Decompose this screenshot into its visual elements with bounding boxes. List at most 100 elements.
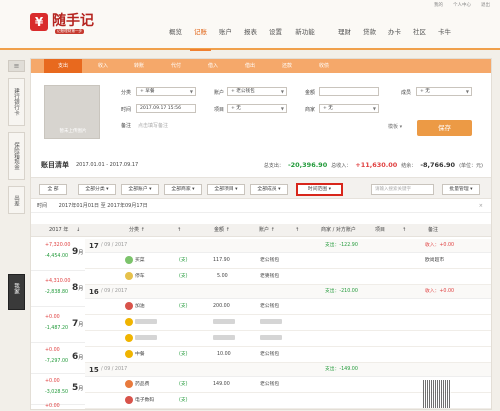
month-cell[interactable]: +0.00 -7,297.00 6月 bbox=[31, 344, 85, 374]
time-input[interactable]: 2017.09.17 15:56 bbox=[136, 104, 196, 113]
chevron-down-icon: ▼ bbox=[280, 106, 284, 111]
sidebar-book-safe[interactable]: 保险箱现金 bbox=[8, 132, 25, 180]
total-income: +11,630.00 bbox=[355, 161, 398, 169]
col-account[interactable]: 账户 ↑ bbox=[259, 224, 275, 237]
filter-account-dropdown[interactable]: 全部账户 ▾ bbox=[121, 184, 159, 195]
filter-all-button[interactable]: 全 部 bbox=[39, 184, 67, 195]
chevron-down-icon: ▼ bbox=[372, 106, 376, 111]
nav-settings[interactable]: 设置 bbox=[263, 26, 288, 50]
filter-category-dropdown[interactable]: 全部分类 ▾ bbox=[78, 184, 116, 195]
sidebar-book-home[interactable]: 我家 bbox=[8, 274, 25, 310]
sidebar-book-trip[interactable]: 出差 bbox=[8, 186, 25, 214]
nav-new-features[interactable]: 新功能 bbox=[288, 26, 322, 50]
project-select[interactable]: + 无 ▼ bbox=[227, 104, 287, 113]
logo-icon[interactable]: ¥ bbox=[30, 13, 48, 31]
medicine-icon bbox=[125, 379, 133, 388]
main-panel: 支出 收入 转账 代付 借入 借出 还款 收债 暂未上传图片 分类 + 早餐 ▼ … bbox=[30, 58, 492, 410]
chevron-down-icon: ▼ bbox=[189, 89, 193, 94]
category-label: 分类 bbox=[121, 90, 132, 96]
tab-pay-for[interactable]: 代付 bbox=[157, 59, 195, 73]
nav-community[interactable]: 社区 bbox=[407, 26, 432, 50]
save-button[interactable]: 保存 bbox=[417, 120, 472, 136]
sidebar-book-ccb[interactable]: 建行银行卡 bbox=[8, 78, 25, 126]
nav-cards[interactable]: 办卡 bbox=[382, 26, 407, 50]
merchant-label: 商家 bbox=[305, 107, 316, 113]
date-group-header: 16 / 09 / 2017 支出：-210.00 收入：+0.00 bbox=[85, 285, 491, 299]
tab-expense[interactable]: 支出 bbox=[44, 59, 82, 73]
time-label: 时间 bbox=[121, 107, 132, 113]
nav-overview[interactable]: 概览 bbox=[163, 26, 188, 50]
amount-input[interactable] bbox=[319, 87, 379, 96]
year-selector[interactable]: 2017 年 bbox=[49, 224, 68, 237]
member-label: 成员 bbox=[401, 90, 412, 96]
table-row[interactable]: 中餐 (支) 10.00 老公钱包 bbox=[85, 347, 491, 363]
tab-collect-debt[interactable]: 收债 bbox=[305, 59, 343, 73]
memo-label: 备注 bbox=[121, 123, 132, 129]
tab-repay[interactable]: 还款 bbox=[268, 59, 306, 73]
col-project[interactable]: 项目 bbox=[375, 224, 385, 237]
account-select[interactable]: + 老公钱包 ▼ bbox=[227, 87, 287, 96]
qr-code-image[interactable] bbox=[423, 380, 451, 408]
total-expense-label: 总支出： bbox=[263, 163, 284, 169]
top-links: 我的 个人中心 退出 bbox=[434, 2, 490, 8]
batch-manage-dropdown[interactable]: 批量管理 ▾ bbox=[442, 184, 480, 195]
month-cell[interactable]: +0.00 -1,487.20 7月 bbox=[31, 311, 85, 343]
nav-reports[interactable]: 报表 bbox=[238, 26, 263, 50]
logout-link[interactable]: 退出 bbox=[481, 2, 490, 8]
filter-member-dropdown[interactable]: 全部成员 ▾ bbox=[250, 184, 288, 195]
tab-transfer[interactable]: 转账 bbox=[120, 59, 158, 73]
chevron-down-icon: ▼ bbox=[280, 89, 284, 94]
tab-borrow-in[interactable]: 借入 bbox=[194, 59, 232, 73]
main-nav: 概览 记账 账户 报表 设置 新功能 理财 贷款 办卡 社区 卡牛 bbox=[163, 26, 457, 51]
fuel-icon bbox=[125, 301, 133, 310]
month-cell[interactable]: +0.00 -3,028.50 5月 bbox=[31, 375, 85, 405]
logo-text[interactable]: 随手记 bbox=[52, 10, 94, 30]
unit-label: (单位：元) bbox=[459, 163, 483, 169]
nav-finance[interactable]: 理财 bbox=[332, 26, 357, 50]
active-filter-bar: 时间 2017年01月01日 至 2017年09月17日 × bbox=[31, 199, 491, 213]
table-row[interactable]: 买菜 (支) 117.90 老公钱包 欧尚超市 bbox=[85, 253, 491, 269]
month-cell[interactable]: +7,320.00 -4,454.00 9月 bbox=[31, 239, 85, 271]
table-row[interactable] bbox=[85, 315, 491, 331]
template-dropdown[interactable]: 模板 ▾ bbox=[388, 123, 402, 130]
nav-accounts[interactable]: 账户 bbox=[213, 26, 238, 50]
tab-lend-out[interactable]: 借出 bbox=[231, 59, 269, 73]
nav-loans[interactable]: 贷款 bbox=[357, 26, 382, 50]
col-amount[interactable]: 金额 ↑ bbox=[214, 224, 230, 237]
parking-icon bbox=[125, 271, 133, 280]
table-row[interactable]: 停车 (支) 5.00 老婆钱包 bbox=[85, 269, 491, 285]
category-select[interactable]: + 早餐 ▼ bbox=[136, 87, 196, 96]
col-category[interactable]: 分类 ↑ bbox=[129, 224, 145, 237]
menu-icon[interactable]: ≡ bbox=[8, 60, 25, 72]
profile-link[interactable]: 个人中心 bbox=[453, 2, 471, 8]
category-icon bbox=[125, 317, 133, 326]
close-icon[interactable]: × bbox=[479, 199, 483, 213]
active-filter-label: 时间 bbox=[37, 203, 48, 209]
sort-icon[interactable]: ↑ bbox=[402, 224, 406, 237]
col-merchant[interactable]: 商家 / 对方账户 bbox=[321, 224, 356, 237]
sort-icon[interactable]: ↓ bbox=[76, 224, 80, 237]
photo-upload[interactable]: 暂未上传图片 bbox=[44, 85, 100, 139]
active-filter-value: 2017年01月01日 至 2017年09月17日 bbox=[58, 203, 148, 209]
account-book-sidebar: ≡ 建行银行卡 保险箱现金 出差 我家 bbox=[8, 60, 25, 400]
tab-income[interactable]: 收入 bbox=[84, 59, 122, 73]
search-input[interactable]: 请输入搜索关键字 bbox=[371, 184, 434, 195]
memo-input[interactable]: 点击填写备注 bbox=[138, 122, 168, 129]
table-row[interactable] bbox=[85, 331, 491, 347]
nav-kaniu[interactable]: 卡牛 bbox=[432, 26, 457, 50]
sort-icon[interactable]: ↑ bbox=[177, 224, 181, 237]
member-select[interactable]: + 无 ▼ bbox=[416, 87, 472, 96]
logo-slogan: 记账理财第一步 bbox=[55, 29, 85, 34]
month-cell[interactable]: +4,310.00 -2,838.80 8月 bbox=[31, 275, 85, 307]
table-row[interactable]: 加油 (支) 200.00 老公钱包 bbox=[85, 299, 491, 315]
col-memo[interactable]: 备注 bbox=[428, 224, 438, 237]
project-label: 项目 bbox=[214, 107, 225, 113]
filter-time-range-dropdown[interactable]: 时间范围 ▾ bbox=[296, 183, 343, 196]
filter-project-dropdown[interactable]: 全部项目 ▾ bbox=[207, 184, 245, 195]
merchant-select[interactable]: + 无 ▼ bbox=[319, 104, 379, 113]
sort-icon[interactable]: ↑ bbox=[295, 224, 299, 237]
filter-merchant-dropdown[interactable]: 全部商家 ▾ bbox=[164, 184, 202, 195]
messages-link[interactable]: 我的 bbox=[434, 2, 443, 8]
nav-bookkeeping[interactable]: 记账 bbox=[188, 26, 213, 51]
